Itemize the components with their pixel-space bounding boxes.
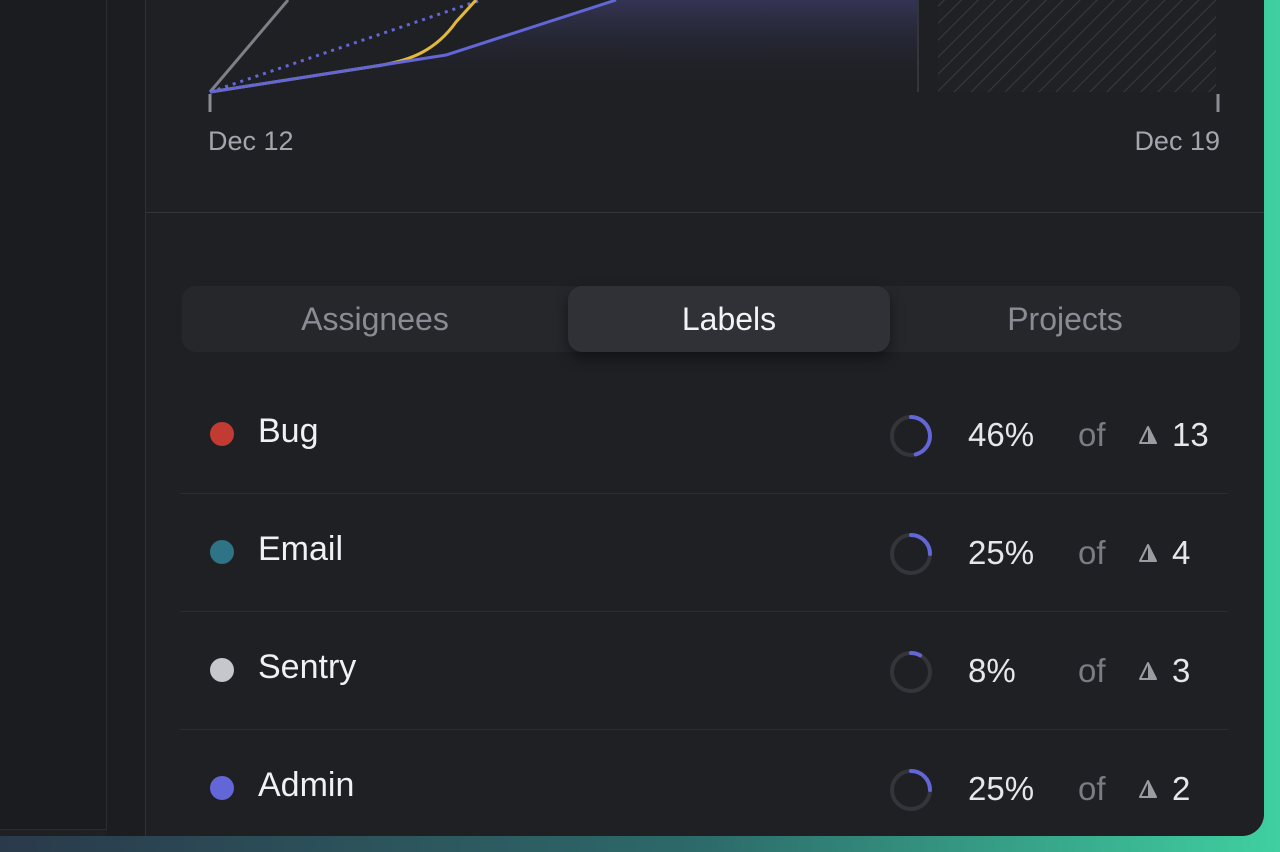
label-color-dot	[210, 658, 234, 682]
label-percent: 46%	[968, 416, 1035, 453]
estimate-triangle-icon	[1139, 426, 1157, 444]
label-estimate-count: 13	[1172, 416, 1209, 453]
label-estimate-count: 4	[1172, 534, 1191, 571]
burnup-chart-svg	[208, 0, 1220, 112]
label-name: Bug	[258, 412, 319, 450]
of-text: of	[1078, 534, 1106, 571]
app-window: Dec 12 Dec 19 Assignees Labels Projects …	[0, 0, 1264, 836]
progress-ring-icon	[890, 651, 932, 693]
breakdown-tabs: Assignees Labels Projects	[182, 286, 1240, 352]
tab-projects[interactable]: Projects	[890, 286, 1240, 352]
list-item[interactable]: Admin 25% of 2	[180, 730, 1228, 836]
tab-assignees[interactable]: Assignees	[182, 286, 568, 352]
label-color-dot	[210, 776, 234, 800]
progress-ring-icon	[890, 769, 932, 811]
sidebar-pane	[0, 0, 107, 830]
label-percent: 25%	[968, 534, 1035, 571]
progress-panel: Dec 12 Dec 19 Assignees Labels Projects …	[146, 0, 1264, 836]
label-estimate-count: 3	[1172, 652, 1191, 689]
x-axis-end-label: Dec 19	[1134, 126, 1220, 156]
label-percent: 25%	[968, 770, 1035, 807]
of-text: of	[1078, 652, 1106, 689]
sidebar-divider	[0, 829, 106, 830]
progress-ring-icon	[890, 533, 932, 575]
completed-area-fill	[210, 0, 918, 92]
estimate-triangle-icon	[1139, 662, 1157, 680]
label-name: Email	[258, 530, 344, 568]
label-estimate-count: 2	[1172, 770, 1191, 807]
label-percent: 8%	[968, 652, 1016, 689]
list-item[interactable]: Email 25% of 4	[180, 494, 1228, 612]
of-text: of	[1078, 416, 1106, 453]
estimate-triangle-icon	[1139, 544, 1157, 562]
estimate-triangle-icon	[1139, 780, 1157, 798]
of-text: of	[1078, 770, 1106, 807]
progress-ring-icon	[890, 415, 932, 457]
burnup-chart: Dec 12 Dec 19	[146, 0, 1264, 213]
panel-gutter	[107, 0, 146, 836]
list-item[interactable]: Sentry 8% of 3	[180, 612, 1228, 730]
label-breakdown-list: Bug 46% of 13 Email 25% of 4 Sentry 8% o…	[180, 376, 1228, 836]
future-hatch-region	[938, 0, 1216, 92]
label-name: Sentry	[258, 648, 357, 686]
label-color-dot	[210, 540, 234, 564]
list-item[interactable]: Bug 46% of 13	[180, 376, 1228, 494]
label-color-dot	[210, 422, 234, 446]
label-name: Admin	[258, 766, 355, 804]
x-axis-start-label: Dec 12	[208, 126, 294, 156]
tab-labels[interactable]: Labels	[568, 286, 890, 352]
